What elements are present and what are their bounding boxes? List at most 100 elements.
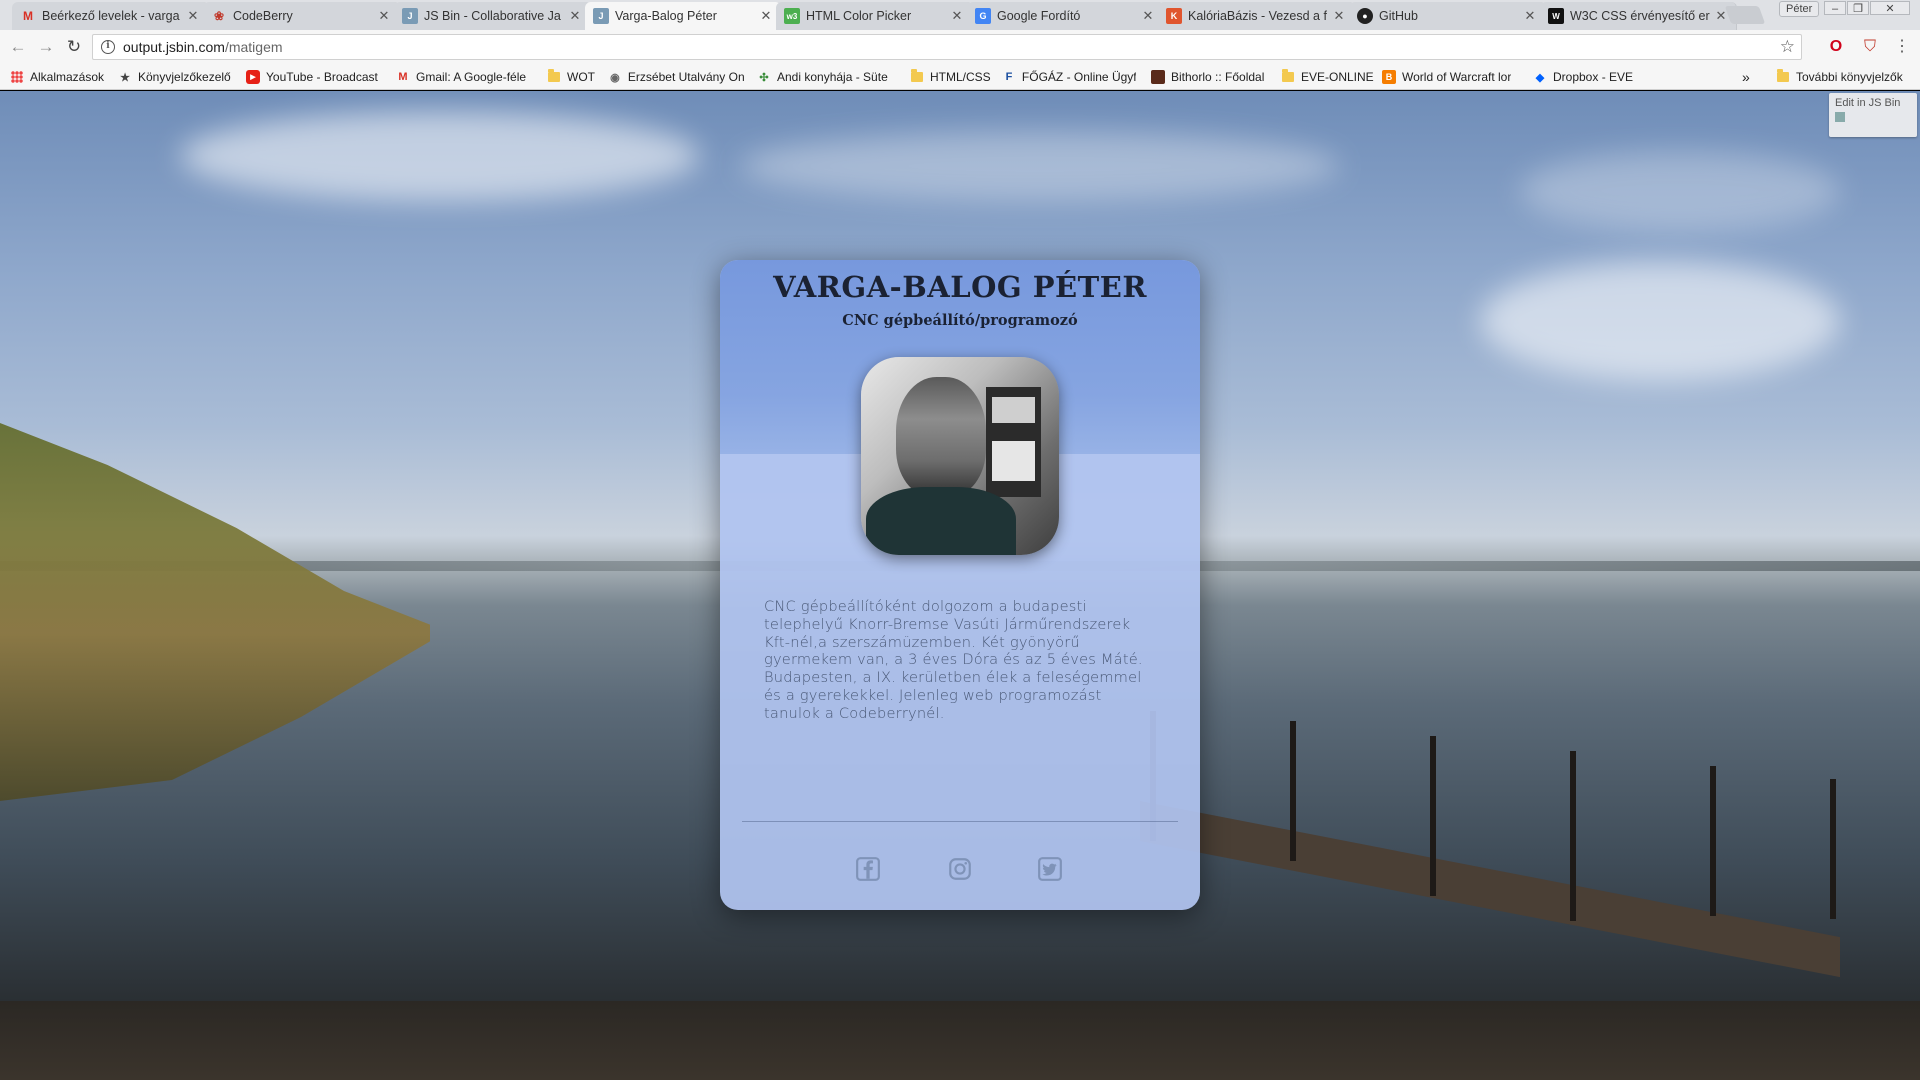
bithorlo-icon: [1151, 70, 1165, 84]
bookmark-wot[interactable]: WOT: [547, 68, 595, 86]
close-icon[interactable]: ✕: [186, 8, 200, 24]
apps-icon: [10, 70, 24, 84]
background-shore: [0, 1001, 1920, 1080]
tab-strip: M Beérkező levelek - varga ✕ ❀ CodeBerry…: [0, 0, 1920, 30]
bookmark-label: További könyvjelzők: [1796, 70, 1903, 84]
profile-button[interactable]: Péter: [1779, 1, 1820, 17]
info-icon[interactable]: i: [101, 40, 115, 54]
back-icon[interactable]: ←: [8, 38, 28, 58]
background-cloud: [740, 131, 1340, 201]
google-translate-icon: G: [975, 8, 991, 24]
url-host: output.jsbin.com: [123, 39, 225, 55]
bookmark-youtube[interactable]: ▶ YouTube - Broadcast: [246, 68, 378, 86]
gmail-icon: M: [23, 9, 33, 23]
jsbin-icon: J: [402, 8, 418, 24]
close-icon[interactable]: ✕: [1523, 8, 1537, 24]
tab-title: GitHub: [1379, 9, 1418, 23]
bookmark-label: Alkalmazások: [30, 70, 105, 84]
bookmark-apps[interactable]: Alkalmazások: [10, 68, 104, 86]
background-reeds: [0, 423, 430, 801]
bookmark-erzsebet[interactable]: ◉ Erzsébet Utalvány On: [608, 68, 744, 86]
bookmark-bithorlo[interactable]: Bithorlo :: Főoldal: [1151, 68, 1264, 86]
folder-icon: [1281, 69, 1295, 84]
background-cloud: [1480, 261, 1840, 381]
minimize-icon[interactable]: –: [1824, 1, 1846, 15]
tab-gmail[interactable]: M Beérkező levelek - varga ✕: [12, 2, 209, 30]
tab-title: JS Bin - Collaborative Ja: [424, 9, 561, 23]
other-bookmarks[interactable]: További könyvjelzők: [1776, 68, 1903, 86]
bookmark-label: Könyvjelzőkezelő: [138, 70, 231, 84]
bookmark-label: Andi konyhája - Süte: [777, 70, 888, 84]
new-tab-button[interactable]: [1724, 6, 1766, 24]
gmail-icon: M: [398, 71, 408, 83]
more-bookmarks-chevron[interactable]: »: [1742, 68, 1750, 86]
forward-icon[interactable]: →: [36, 38, 56, 58]
tab-title: Beérkező levelek - varga: [42, 9, 180, 23]
fogaz-icon: F: [1005, 71, 1013, 83]
edit-in-jsbin-label: Edit in JS Bin: [1835, 97, 1901, 109]
close-icon[interactable]: ✕: [377, 8, 391, 24]
bookmark-label: World of Warcraft lor: [1402, 70, 1512, 84]
bookmark-label: Gmail: A Google-féle: [416, 70, 527, 84]
folder-icon: [910, 69, 924, 84]
facebook-icon[interactable]: [855, 856, 881, 882]
jsbin-icon: [1835, 112, 1845, 122]
url-path: /matigem: [224, 39, 283, 55]
tab-jsbin[interactable]: J JS Bin - Collaborative Ja ✕: [394, 2, 591, 30]
bookmark-fogaz[interactable]: F FŐGÁZ - Online Ügyf: [1002, 68, 1136, 86]
tab-title: CodeBerry: [233, 9, 293, 23]
bookmark-gmail[interactable]: M Gmail: A Google-féle: [396, 68, 530, 86]
opera-icon[interactable]: O: [1826, 37, 1846, 57]
address-bar[interactable]: i output.jsbin.com/matigem ☆: [92, 34, 1802, 60]
bookmark-manager[interactable]: ★ Könyvjelzőkezelő: [118, 68, 231, 86]
instagram-icon[interactable]: [947, 856, 973, 882]
close-icon[interactable]: ✕: [950, 8, 964, 24]
folder-icon: [547, 69, 561, 84]
bookmark-star-icon[interactable]: ☆: [1780, 37, 1795, 57]
edit-in-jsbin-button[interactable]: Edit in JS Bin: [1829, 93, 1917, 137]
bookmark-html-css[interactable]: HTML/CSS: [910, 68, 991, 86]
bookmark-label: HTML/CSS: [930, 70, 991, 84]
divider: [742, 821, 1178, 822]
shield-icon[interactable]: ⛉: [1860, 37, 1880, 57]
close-icon[interactable]: ✕: [759, 8, 773, 24]
bookmark-label: WOT: [567, 70, 595, 84]
twitter-icon[interactable]: [1037, 856, 1063, 882]
w3schools-icon: w3: [784, 8, 800, 24]
restore-icon[interactable]: ❐: [1847, 1, 1869, 15]
bookmark-andi-konyhaja[interactable]: ✣ Andi konyhája - Süte: [757, 68, 893, 86]
bookmark-wow-lore[interactable]: B World of Warcraft lor: [1382, 68, 1518, 86]
bookmark-dropbox[interactable]: ◆ Dropbox - EVE: [1533, 68, 1633, 86]
profile-bio: CNC gépbeállítóként dolgozom a budapesti…: [764, 598, 1143, 722]
tab-title: Varga-Balog Péter: [615, 9, 717, 23]
tab-github[interactable]: ● GitHub ✕: [1349, 2, 1546, 30]
avatar: [861, 357, 1059, 555]
tab-codeberry[interactable]: ❀ CodeBerry ✕: [203, 2, 400, 30]
tab-w3c-css[interactable]: W W3C CSS érvényesítő er ✕: [1540, 2, 1737, 30]
window-close-icon[interactable]: ✕: [1870, 1, 1910, 15]
background-cloud: [1520, 151, 1840, 231]
background-pier: [1140, 691, 1840, 978]
reload-icon[interactable]: ↻: [64, 38, 84, 58]
bookmark-label: FŐGÁZ - Online Ügyf: [1021, 70, 1136, 84]
codeberry-icon: ❀: [213, 9, 225, 23]
blogger-icon: B: [1382, 70, 1396, 84]
profile-role: CNC gépbeállító/programozó: [842, 312, 1078, 329]
menu-icon[interactable]: ⋮: [1892, 37, 1912, 57]
browser-toolbar: ← → ↻ i output.jsbin.com/matigem ☆ O ⛉ ⋮: [0, 30, 1920, 64]
bookmark-eve-online[interactable]: EVE-ONLINE: [1281, 68, 1374, 86]
background-cloud: [180, 111, 700, 201]
tab-title: Google Fordító: [997, 9, 1081, 23]
tab-kaloriabazis[interactable]: K KalóriaBázis - Vezesd a f ✕: [1158, 2, 1355, 30]
close-icon[interactable]: ✕: [1332, 8, 1346, 24]
close-icon[interactable]: ✕: [1141, 8, 1155, 24]
w3c-icon: W: [1548, 8, 1564, 24]
close-icon[interactable]: ✕: [568, 8, 582, 24]
url-text: output.jsbin.com/matigem: [123, 39, 283, 55]
tab-varga-balog[interactable]: J Varga-Balog Péter ✕: [585, 2, 782, 30]
profile-name: VARGA-BALOG PÉTER: [773, 270, 1147, 304]
star-icon: ★: [120, 71, 130, 84]
tab-google-translate[interactable]: G Google Fordító ✕: [967, 2, 1164, 30]
tab-html-color-picker[interactable]: w3 HTML Color Picker ✕: [776, 2, 973, 30]
bookmark-label: YouTube - Broadcast: [266, 70, 378, 84]
